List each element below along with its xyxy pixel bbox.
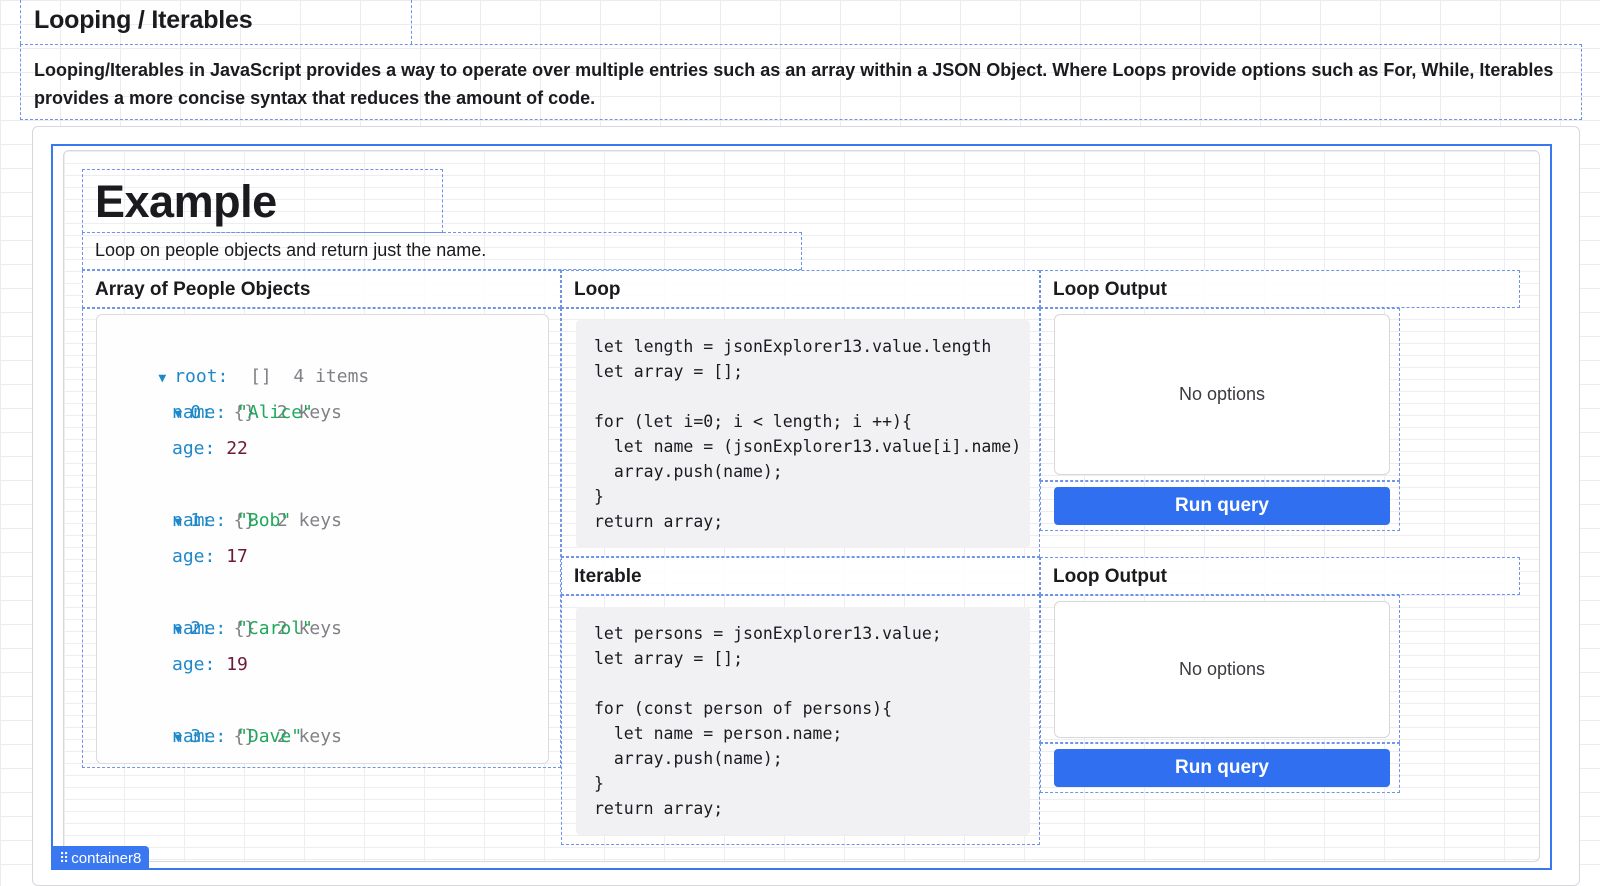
json-row-item-3[interactable]: ▼ 3: {} 2 keys — [97, 683, 548, 747]
iterable-output-list[interactable]: No options — [1054, 601, 1390, 738]
example-title-box: Example — [82, 169, 443, 233]
page-title: Looping / Iterables — [34, 6, 253, 34]
json-row-field: age: 19 — [172, 654, 248, 675]
chevron-down-icon[interactable]: ▼ — [158, 371, 166, 386]
json-row-item-2[interactable]: ▼ 2: {} 2 keys — [97, 575, 548, 639]
empty-state-text: No options — [1178, 659, 1266, 679]
loop-code-block[interactable]: let length = jsonExplorer13.value.length… — [576, 320, 1030, 548]
iterable-output-section-title: Loop Output — [1040, 557, 1520, 595]
example-title: Example — [95, 176, 277, 227]
page-description: Looping/Iterables in JavaScript provides… — [20, 44, 1582, 120]
loop-output-section-title: Loop Output — [1040, 270, 1520, 308]
json-row-field: age: 22 — [172, 438, 248, 459]
loop-section-title: Loop — [561, 270, 1040, 308]
json-explorer[interactable]: ▼ root: [] 4 items ▼ 0: {} 2 keys name: "A… — [96, 314, 549, 764]
loop-output-list[interactable]: No options — [1054, 314, 1390, 475]
example-subtitle: Loop on people objects and return just t… — [82, 232, 802, 270]
page-title-box: Looping / Iterables — [20, 0, 412, 44]
empty-state-text: No options — [1178, 384, 1266, 404]
json-row-root[interactable]: ▼ root: [] 4 items — [97, 323, 548, 387]
array-section-title: Array of People Objects — [82, 270, 561, 308]
iterable-code-block[interactable]: let persons = jsonExplorer13.value; let … — [576, 607, 1030, 835]
json-row-field: age: 17 — [172, 546, 248, 567]
drag-handle-icon[interactable]: ⠿ — [59, 850, 69, 866]
json-row-item-1[interactable]: ▼ 1: {} 2 keys — [97, 467, 548, 531]
iterable-section-title: Iterable — [561, 557, 1040, 595]
run-query-button[interactable]: Run query — [1054, 749, 1390, 787]
run-query-button[interactable]: Run query — [1054, 487, 1390, 525]
container-selection-tag[interactable]: ⠿ container8 — [51, 846, 150, 870]
